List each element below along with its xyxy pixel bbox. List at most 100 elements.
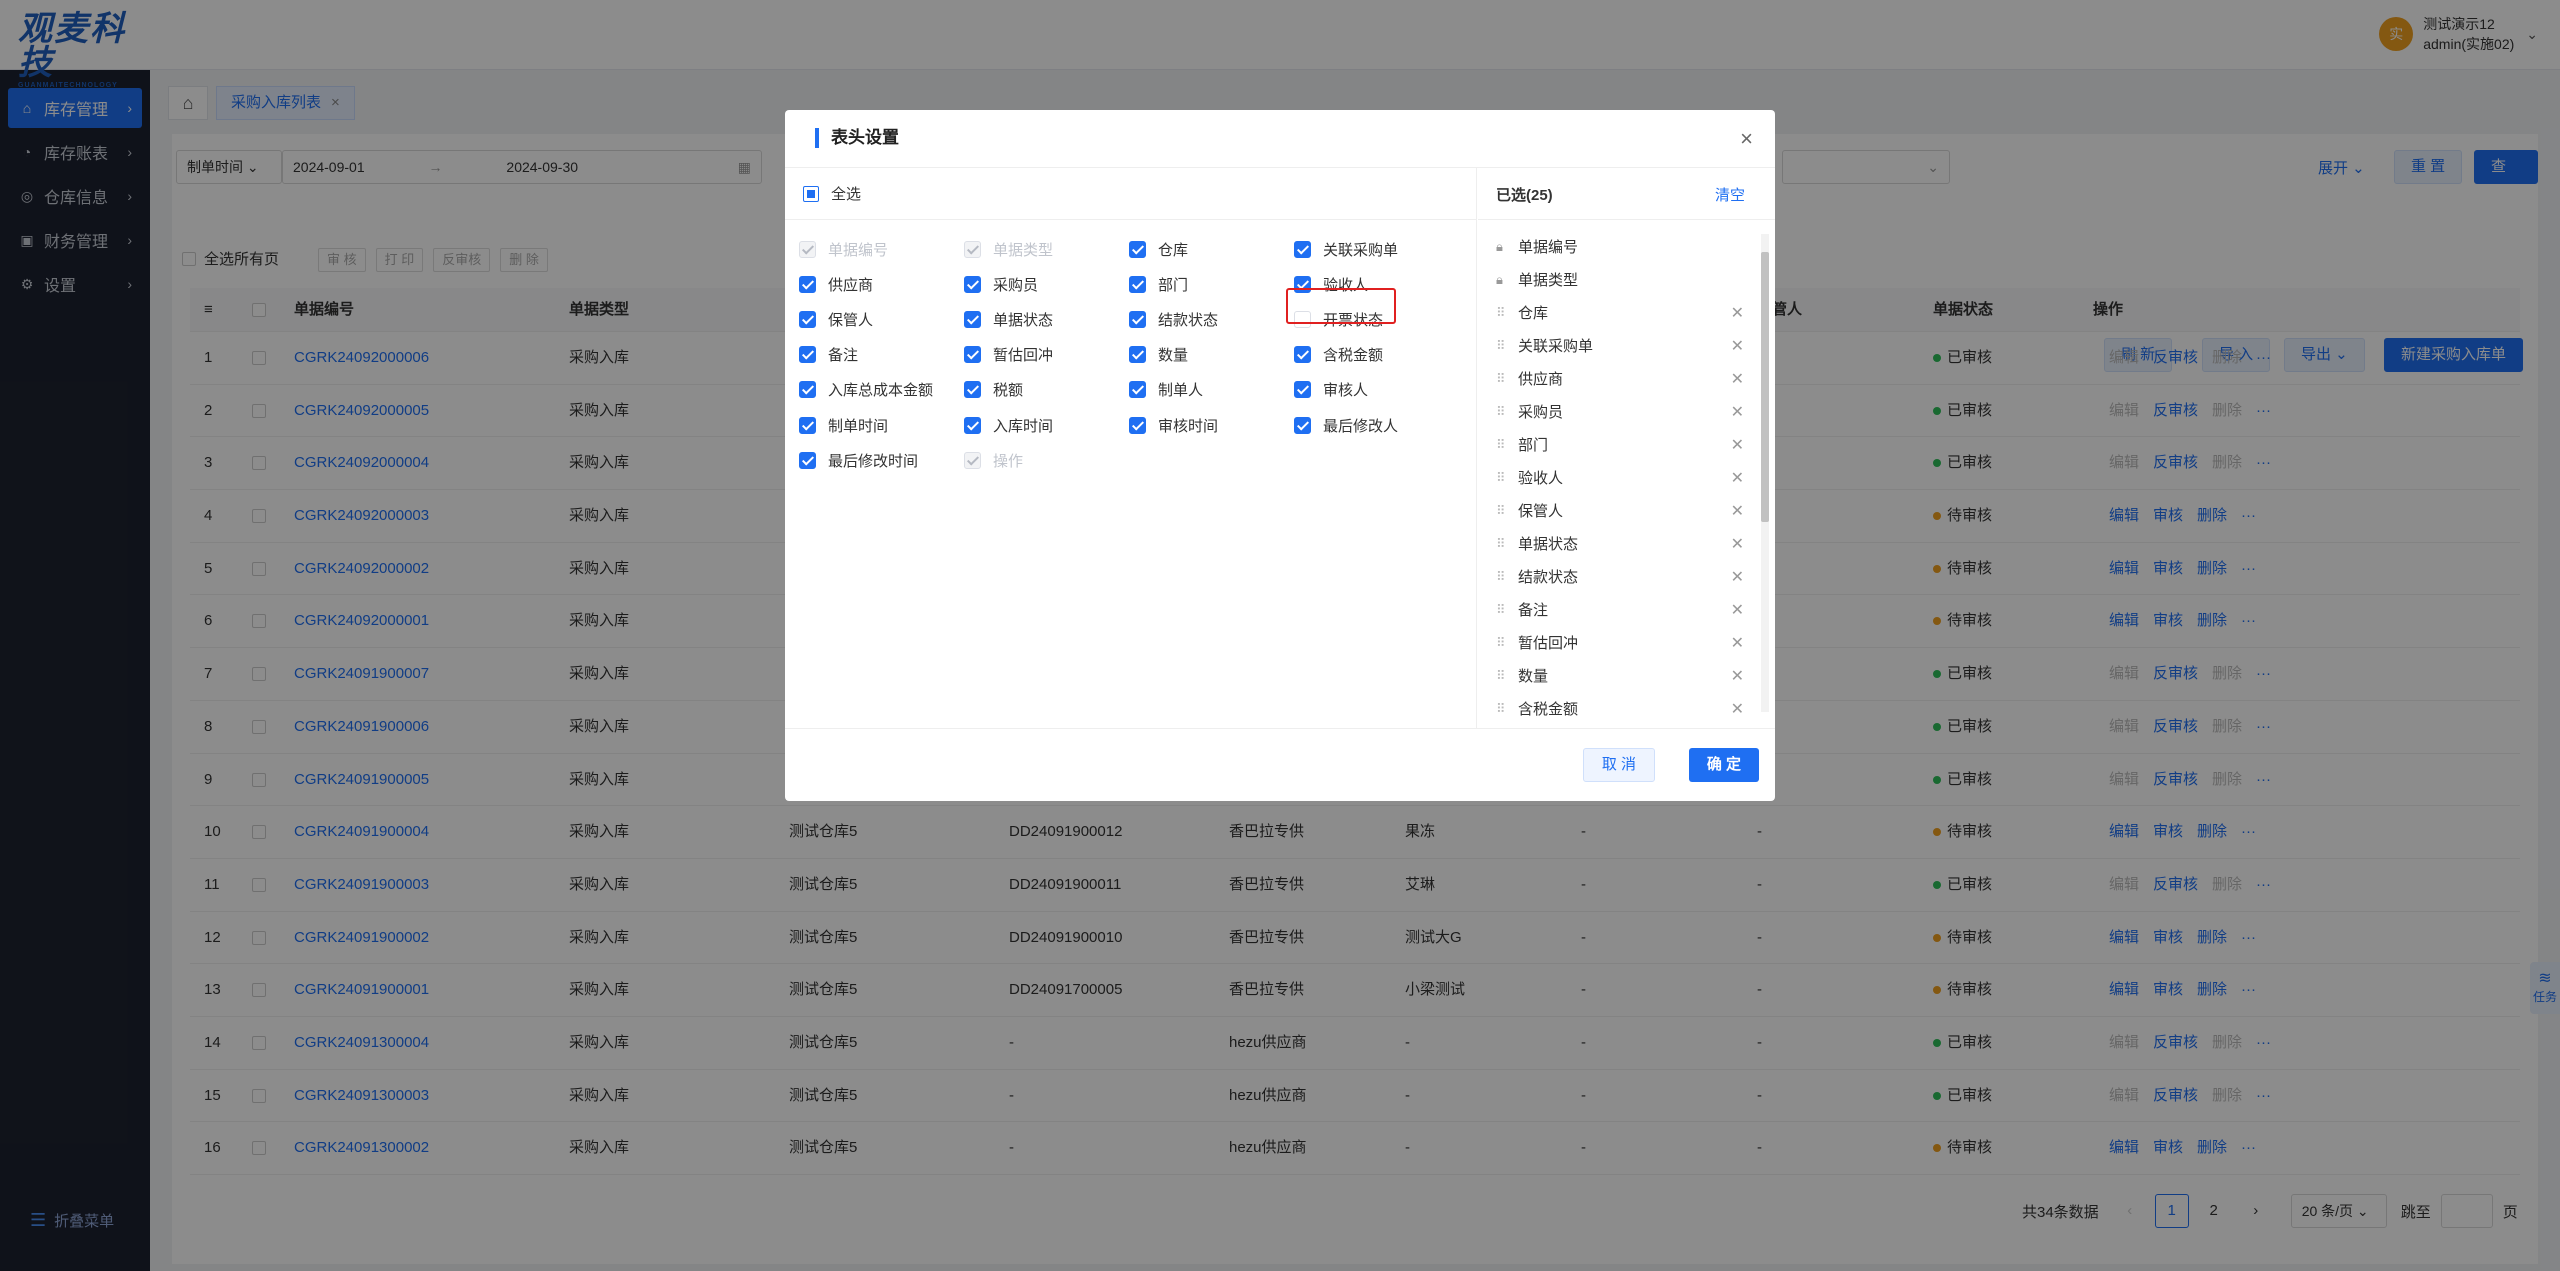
select-all-checkbox[interactable]: [803, 185, 819, 202]
column-settings-dialog: 表头设置 × 全选 单据编号 单据类型 仓库 关联采购单 供应商 采购员 部门 验收人 保管人单…: [785, 110, 1775, 801]
column-option[interactable]: 仓库: [1129, 238, 1294, 260]
column-option[interactable]: 采购员: [964, 273, 1129, 295]
remove-icon[interactable]: ✕: [1731, 402, 1744, 422]
remove-icon[interactable]: ✕: [1731, 369, 1744, 389]
selected-column-item[interactable]: ⠿ 保管人 ✕: [1478, 494, 1758, 527]
remove-icon[interactable]: ✕: [1731, 534, 1744, 554]
selected-column-item[interactable]: ⠿ 验收人 ✕: [1478, 461, 1758, 494]
selected-column-label: 仓库: [1518, 305, 1549, 322]
column-option-checkbox[interactable]: [964, 381, 981, 399]
column-option-checkbox[interactable]: [1129, 381, 1146, 399]
column-option[interactable]: 税额: [964, 379, 1129, 401]
selected-column-item[interactable]: ⠿ 关联采购单 ✕: [1478, 329, 1758, 362]
column-option-checkbox[interactable]: [799, 346, 816, 364]
column-option-label: 部门: [1158, 276, 1189, 294]
selected-column-item[interactable]: ⠿ 数量 ✕: [1478, 659, 1758, 692]
clear-button[interactable]: 清空: [1715, 184, 1745, 205]
selected-column-item[interactable]: ⠿ 部门 ✕: [1478, 428, 1758, 461]
drag-handle-icon[interactable]: ⠿: [1496, 701, 1510, 717]
column-option[interactable]: 最后修改时间: [799, 449, 964, 471]
column-option[interactable]: 备注: [799, 344, 964, 366]
remove-icon[interactable]: ✕: [1731, 468, 1744, 488]
column-option[interactable]: 入库总成本金额: [799, 379, 964, 401]
column-option[interactable]: 入库时间: [964, 414, 1129, 436]
column-option-checkbox[interactable]: [1294, 240, 1311, 258]
selected-column-item[interactable]: 🔒︎ 单据编号: [1478, 230, 1758, 263]
scrollbar-thumb[interactable]: [1761, 252, 1769, 522]
column-option[interactable]: 审核时间: [1129, 414, 1294, 436]
column-option-checkbox[interactable]: [799, 381, 816, 399]
remove-icon[interactable]: ✕: [1731, 501, 1744, 521]
column-option-label: 采购员: [993, 276, 1039, 294]
column-option-checkbox[interactable]: [1294, 416, 1311, 434]
remove-icon[interactable]: ✕: [1731, 303, 1744, 323]
remove-icon[interactable]: ✕: [1731, 666, 1744, 686]
drag-handle-icon[interactable]: ⠿: [1496, 371, 1510, 387]
select-all-columns[interactable]: 全选: [785, 168, 1476, 220]
confirm-button[interactable]: 确 定: [1688, 748, 1759, 782]
column-option[interactable]: 关联采购单: [1294, 238, 1459, 260]
selected-column-label: 采购员: [1518, 404, 1564, 421]
column-option[interactable]: 结款状态: [1129, 308, 1294, 330]
drag-handle-icon[interactable]: ⠿: [1496, 470, 1510, 486]
drag-handle-icon[interactable]: ⠿: [1496, 602, 1510, 618]
column-option-checkbox[interactable]: [1129, 416, 1146, 434]
column-option-checkbox[interactable]: [1294, 346, 1311, 364]
selected-column-item[interactable]: ⠿ 备注 ✕: [1478, 593, 1758, 626]
column-option[interactable]: 部门: [1129, 273, 1294, 295]
column-option-checkbox[interactable]: [1294, 381, 1311, 399]
remove-icon[interactable]: ✕: [1731, 336, 1744, 356]
remove-icon[interactable]: ✕: [1731, 600, 1744, 620]
drag-handle-icon[interactable]: ⠿: [1496, 668, 1510, 684]
drag-handle-icon[interactable]: ⠿: [1496, 305, 1510, 321]
column-option[interactable]: 含税金额: [1294, 344, 1459, 366]
selected-column-item[interactable]: ⠿ 供应商 ✕: [1478, 362, 1758, 395]
selected-column-item[interactable]: ⠿ 结款状态 ✕: [1478, 560, 1758, 593]
column-option-checkbox[interactable]: [799, 275, 816, 293]
column-option[interactable]: 制单人: [1129, 379, 1294, 401]
column-option[interactable]: 制单时间: [799, 414, 964, 436]
column-option-checkbox[interactable]: [964, 346, 981, 364]
column-option-checkbox[interactable]: [1129, 275, 1146, 293]
column-option-checkbox[interactable]: [799, 310, 816, 328]
column-option[interactable]: 保管人: [799, 308, 964, 330]
column-option-checkbox[interactable]: [1129, 310, 1146, 328]
remove-icon[interactable]: ✕: [1731, 633, 1744, 653]
drag-handle-icon[interactable]: ⠿: [1496, 635, 1510, 651]
column-option-label: 审核时间: [1158, 417, 1219, 435]
column-option[interactable]: 审核人: [1294, 379, 1459, 401]
selected-column-item[interactable]: ⠿ 采购员 ✕: [1478, 395, 1758, 428]
column-options-panel: 全选 单据编号 单据类型 仓库 关联采购单 供应商 采购员 部门 验收人 保管人 单据状态 结款状态…: [785, 168, 1477, 728]
column-option-checkbox[interactable]: [964, 310, 981, 328]
column-option-checkbox[interactable]: [964, 416, 981, 434]
selected-column-label: 供应商: [1518, 371, 1564, 388]
column-option-checkbox[interactable]: [799, 416, 816, 434]
remove-icon[interactable]: ✕: [1731, 435, 1744, 455]
drag-handle-icon[interactable]: ⠿: [1496, 536, 1510, 552]
column-option[interactable]: 数量: [1129, 344, 1294, 366]
column-option[interactable]: 最后修改人: [1294, 414, 1459, 436]
selected-column-item[interactable]: 🔒︎ 单据类型: [1478, 263, 1758, 296]
column-option[interactable]: 供应商: [799, 273, 964, 295]
selected-column-item[interactable]: ⠿ 暂估回冲 ✕: [1478, 626, 1758, 659]
column-option[interactable]: 暂估回冲: [964, 344, 1129, 366]
drag-handle-icon[interactable]: ⠿: [1496, 404, 1510, 420]
selected-column-item[interactable]: ⠿ 单据状态 ✕: [1478, 527, 1758, 560]
selected-column-item[interactable]: ⠿ 含税金额 ✕: [1478, 692, 1758, 720]
selected-list-scrollbar[interactable]: [1761, 234, 1769, 712]
column-option-checkbox[interactable]: [1129, 346, 1146, 364]
drag-handle-icon[interactable]: ⠿: [1496, 569, 1510, 585]
drag-handle-icon[interactable]: ⠿: [1496, 338, 1510, 354]
close-icon[interactable]: ×: [1740, 126, 1753, 152]
column-option-checkbox[interactable]: [964, 275, 981, 293]
cancel-button[interactable]: 取 消: [1582, 748, 1655, 782]
remove-icon[interactable]: ✕: [1731, 567, 1744, 587]
column-option-label: 制单人: [1158, 382, 1204, 400]
selected-column-item[interactable]: ⠿ 仓库 ✕: [1478, 296, 1758, 329]
column-option-checkbox[interactable]: [1129, 240, 1146, 258]
drag-handle-icon[interactable]: ⠿: [1496, 437, 1510, 453]
column-option-checkbox[interactable]: [799, 451, 816, 469]
column-option[interactable]: 单据状态: [964, 308, 1129, 330]
drag-handle-icon[interactable]: ⠿: [1496, 503, 1510, 519]
remove-icon[interactable]: ✕: [1731, 699, 1744, 719]
